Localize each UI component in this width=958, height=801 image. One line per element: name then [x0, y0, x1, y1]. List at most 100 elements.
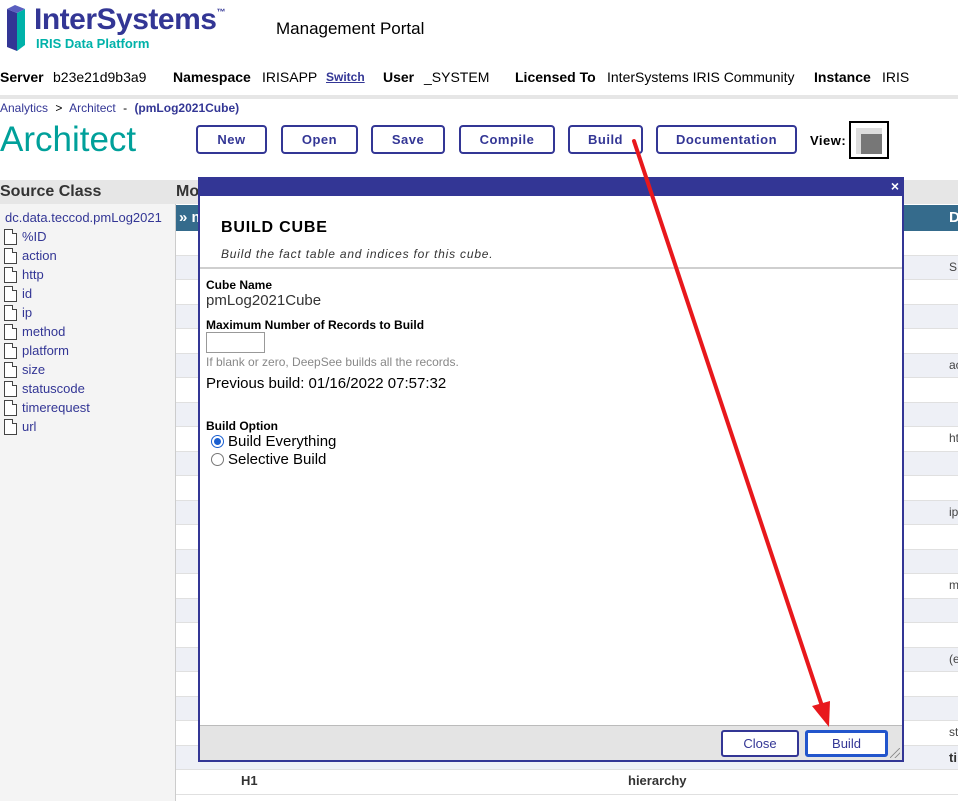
source-property-list: %ID action http id ip method platform size statu…: [4, 227, 90, 436]
list-item[interactable]: size: [4, 360, 90, 379]
max-records-input[interactable]: [206, 332, 265, 353]
detail-snippet: ti: [949, 750, 957, 765]
list-item[interactable]: %ID: [4, 227, 90, 246]
file-icon: [4, 342, 17, 359]
table-row: [176, 770, 958, 795]
intersystems-logo[interactable]: InterSystems™ IRIS Data Platform: [4, 3, 225, 53]
property-label: ip: [22, 305, 33, 320]
file-icon: [4, 399, 17, 416]
dialog-titlebar[interactable]: ×: [200, 178, 902, 196]
server-value: b23e21d9b3a9: [53, 69, 147, 85]
detail-snippet: S: [949, 260, 958, 274]
property-label: http: [22, 267, 44, 282]
build-cube-dialog: × BUILD CUBE Build the fact table and in…: [198, 177, 904, 762]
detail-snippet: ac: [949, 358, 958, 372]
close-icon[interactable]: ×: [891, 178, 899, 194]
file-icon: [4, 247, 17, 264]
property-label: action: [22, 248, 57, 263]
open-button[interactable]: Open: [281, 125, 358, 154]
list-item[interactable]: platform: [4, 341, 90, 360]
dialog-footer: Close Build: [200, 725, 902, 760]
source-class-header: Source Class: [0, 180, 176, 204]
dialog-body: Cube Name pmLog2021Cube Maximum Number o…: [200, 269, 902, 725]
build-confirm-button[interactable]: Build: [805, 730, 888, 757]
radio-selected-icon[interactable]: [211, 435, 224, 448]
cube-name-value: pmLog2021Cube: [206, 292, 322, 309]
list-item[interactable]: http: [4, 265, 90, 284]
property-label: method: [22, 324, 66, 339]
detail-snippet: (e: [949, 652, 958, 666]
list-item[interactable]: method: [4, 322, 90, 341]
compile-button[interactable]: Compile: [459, 125, 555, 154]
radio-unselected-icon[interactable]: [211, 453, 224, 466]
licensed-value: InterSystems IRIS Community: [607, 69, 795, 85]
breadcrumb-dash: -: [123, 101, 128, 115]
list-item[interactable]: id: [4, 284, 90, 303]
details-bar-title: D: [949, 209, 958, 226]
namespace-value: IRISAPP: [262, 69, 318, 85]
selective-build-label: Selective Build: [228, 451, 327, 468]
breadcrumb-separator: >: [55, 101, 63, 115]
namespace-label: Namespace: [173, 69, 251, 85]
file-icon: [4, 380, 17, 397]
selective-build-option[interactable]: Selective Build: [211, 451, 326, 468]
list-item[interactable]: statuscode: [4, 379, 90, 398]
dialog-title: BUILD CUBE: [221, 219, 328, 236]
dialog-subtitle: Build the fact table and indices for thi…: [221, 247, 494, 261]
dialog-header: BUILD CUBE Build the fact table and indi…: [200, 196, 902, 269]
build-everything-option[interactable]: Build Everything: [211, 433, 336, 450]
file-icon: [4, 304, 17, 321]
save-button[interactable]: Save: [371, 125, 445, 154]
previous-build-text: Previous build: 01/16/2022 07:57:32: [206, 375, 447, 392]
detail-snippet: ip: [949, 505, 958, 519]
instance-label: Instance: [814, 69, 871, 85]
breadcrumb-cube: (pmLog2021Cube): [134, 101, 240, 115]
view-layout-toggle[interactable]: [849, 121, 889, 159]
model-row-name[interactable]: H1: [241, 773, 258, 788]
brand-subtitle: IRIS Data Platform: [36, 36, 150, 51]
switch-namespace-link[interactable]: Switch: [326, 70, 365, 84]
property-label: timerequest: [22, 400, 90, 415]
detail-snippet: m: [949, 578, 958, 592]
breadcrumb-analytics[interactable]: Analytics: [0, 101, 48, 115]
file-icon: [4, 418, 17, 435]
list-item[interactable]: url: [4, 417, 90, 436]
property-label: size: [22, 362, 46, 377]
max-records-label: Maximum Number of Records to Build: [206, 318, 425, 332]
licensed-label: Licensed To: [515, 69, 596, 85]
list-item[interactable]: ip: [4, 303, 90, 322]
property-label: platform: [22, 343, 69, 358]
brand-name: InterSystems: [34, 3, 217, 36]
list-item[interactable]: action: [4, 246, 90, 265]
breadcrumb: Analytics > Architect - (pmLog2021Cube): [0, 101, 239, 115]
list-item[interactable]: timerequest: [4, 398, 90, 417]
info-bar: Server b23e21d9b3a9 Namespace IRISAPP Sw…: [0, 67, 958, 99]
view-label: View:: [810, 133, 847, 148]
model-row-type: hierarchy: [628, 773, 687, 788]
max-records-hint: If blank or zero, DeepSee builds all the…: [206, 355, 459, 369]
resize-grip-icon[interactable]: [890, 748, 900, 758]
detail-snippet: st: [949, 725, 958, 739]
server-label: Server: [0, 69, 44, 85]
user-label: User: [383, 69, 415, 85]
brand-trademark: ™: [216, 7, 225, 17]
property-label: %ID: [22, 229, 47, 244]
build-button[interactable]: Build: [568, 125, 643, 154]
cube-name-label: Cube Name: [206, 278, 273, 292]
file-icon: [4, 228, 17, 245]
layout-icon: [856, 128, 882, 154]
management-portal: InterSystems™ IRIS Data Platform Managem…: [0, 0, 958, 801]
file-icon: [4, 285, 17, 302]
property-label: url: [22, 419, 37, 434]
new-button[interactable]: New: [196, 125, 267, 154]
build-option-label: Build Option: [206, 419, 278, 433]
source-class-name[interactable]: dc.data.teccod.pmLog2021: [5, 210, 162, 225]
breadcrumb-architect[interactable]: Architect: [69, 101, 116, 115]
property-label: id: [22, 286, 33, 301]
close-button[interactable]: Close: [721, 730, 799, 757]
documentation-button[interactable]: Documentation: [656, 125, 797, 154]
file-icon: [4, 266, 17, 283]
instance-value: IRIS: [882, 69, 910, 85]
detail-snippet: ht: [949, 431, 958, 445]
user-value: _SYSTEM: [424, 69, 490, 85]
